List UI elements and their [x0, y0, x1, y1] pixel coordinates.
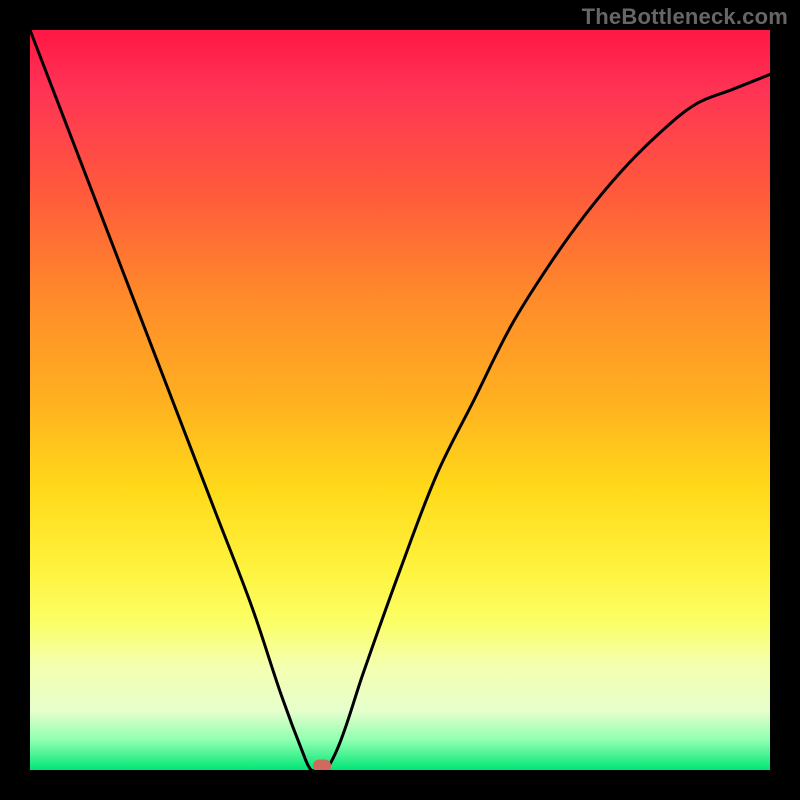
- curve-svg: [30, 30, 770, 770]
- optimal-point-marker: [313, 760, 331, 771]
- bottleneck-curve: [30, 30, 770, 770]
- plot-area: [30, 30, 770, 770]
- watermark-text: TheBottleneck.com: [582, 4, 788, 30]
- chart-frame: TheBottleneck.com: [0, 0, 800, 800]
